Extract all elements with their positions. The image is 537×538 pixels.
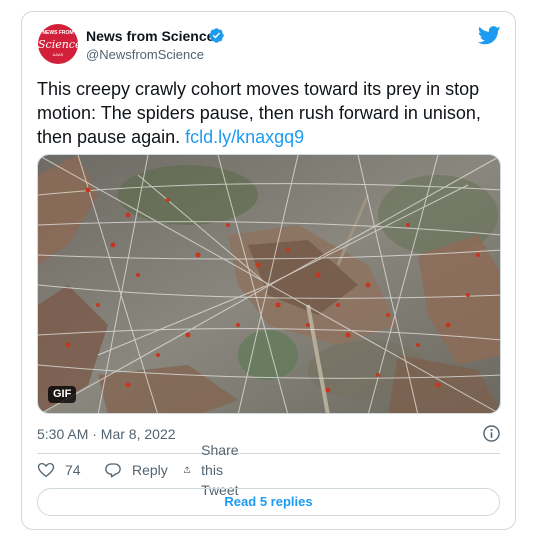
avatar-line-1: NEWS FROM bbox=[42, 30, 74, 36]
reply-label: Reply bbox=[132, 462, 168, 478]
reply-icon bbox=[105, 463, 121, 478]
heart-icon bbox=[37, 462, 55, 478]
info-icon[interactable] bbox=[482, 424, 501, 443]
account-handle[interactable]: @NewsfromScience bbox=[86, 47, 204, 63]
avatar-line-2: Science bbox=[38, 38, 78, 51]
spider-web-image bbox=[38, 155, 500, 413]
like-count: 74 bbox=[65, 462, 81, 478]
avatar-line-3: AAAS bbox=[52, 52, 64, 57]
tweet-card: NEWS FROM Science AAAS News from Science… bbox=[21, 11, 516, 530]
gif-badge: GIF bbox=[48, 386, 77, 403]
tweet-link[interactable]: fcld.ly/knaxgq9 bbox=[185, 127, 304, 147]
share-icon bbox=[184, 466, 191, 474]
reply-button[interactable]: Reply bbox=[104, 460, 168, 480]
tweet-media-gif[interactable]: GIF bbox=[37, 154, 501, 414]
verified-badge-icon bbox=[209, 28, 224, 43]
tweet-text: This creepy crawly cohort moves toward i… bbox=[37, 77, 507, 149]
tweet-timestamp[interactable]: 5:30 AM · Mar 8, 2022 bbox=[37, 425, 176, 443]
divider bbox=[37, 453, 500, 454]
twitter-bird-icon[interactable] bbox=[478, 26, 501, 45]
account-name[interactable]: News from Science bbox=[86, 27, 214, 45]
share-button[interactable]: Share this Tweet bbox=[183, 442, 248, 498]
read-replies-button[interactable]: Read 5 replies bbox=[37, 488, 500, 516]
like-button[interactable]: 74 bbox=[37, 460, 81, 480]
avatar[interactable]: NEWS FROM Science AAAS bbox=[38, 24, 78, 64]
